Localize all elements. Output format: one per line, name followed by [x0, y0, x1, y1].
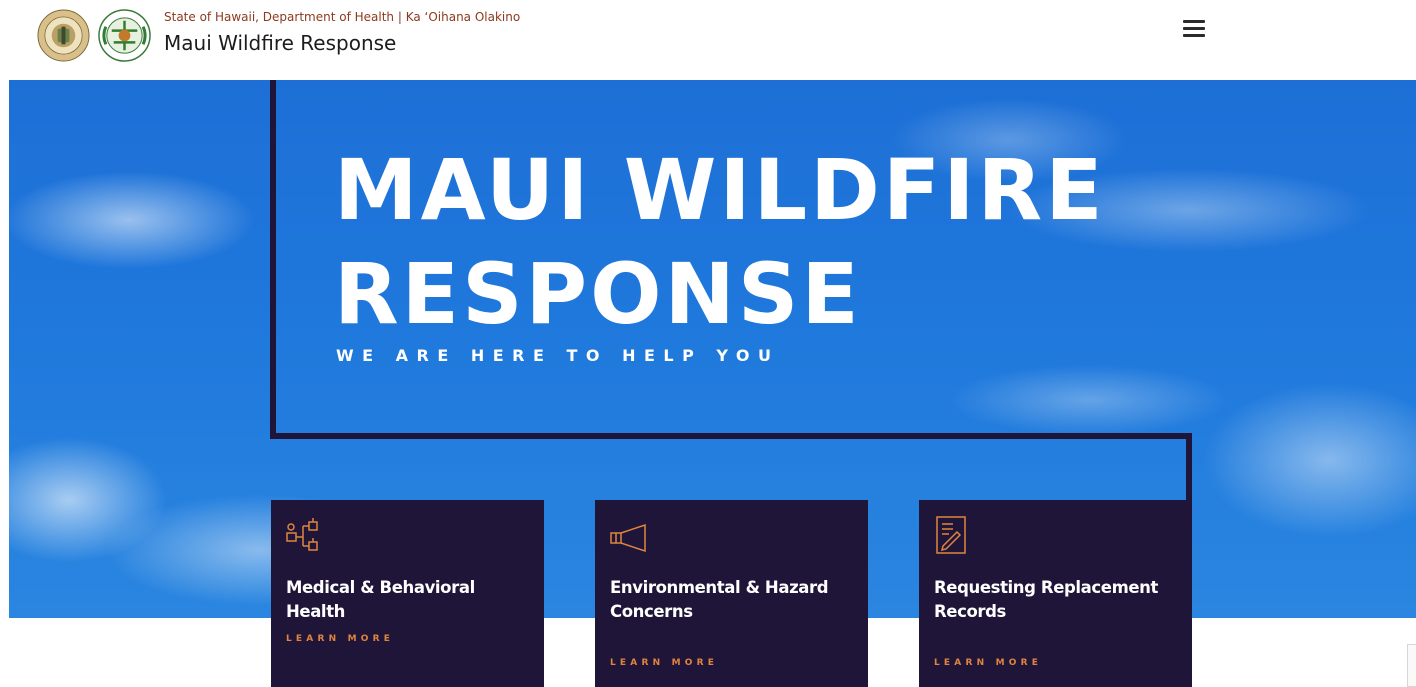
card-title: Medical & Behavioral Health	[286, 578, 475, 621]
hero-frame-right	[1186, 433, 1192, 503]
menu-bar	[1183, 27, 1205, 30]
hamburger-menu-icon[interactable]	[1180, 16, 1208, 40]
org-chart-icon	[286, 518, 318, 551]
learn-more-link[interactable]: LEARN MORE	[286, 634, 394, 644]
learn-more-link[interactable]: LEARN MORE	[610, 658, 718, 668]
department-of-health-seal-icon[interactable]	[98, 9, 151, 62]
card-title: Environmental & Hazard Concerns	[610, 578, 829, 621]
hero-frame-left	[270, 80, 276, 438]
recaptcha-badge[interactable]	[1407, 644, 1416, 687]
menu-bar	[1183, 20, 1205, 23]
hero-frame-bottom	[270, 433, 1192, 439]
hero-title-line-1: MAUI WILDFIRE	[334, 141, 1106, 239]
state-of-hawaii-seal-icon[interactable]	[37, 9, 90, 62]
card-medical-behavioral-health[interactable]: Medical & Behavioral Health LEARN MORE	[271, 500, 544, 687]
site-title[interactable]: Maui Wildfire Response	[164, 31, 396, 55]
hero-title: MAUI WILDFIRE RESPONSE	[334, 138, 1106, 346]
document-edit-icon	[936, 516, 966, 554]
card-title: Requesting Replacement Records	[934, 578, 1158, 621]
hero-title-line-2: RESPONSE	[334, 245, 862, 343]
agency-name: State of Hawaii, Department of Health | …	[164, 10, 521, 24]
card-requesting-replacement-records[interactable]: Requesting Replacement Records LEARN MOR…	[919, 500, 1192, 687]
menu-bar	[1183, 34, 1205, 37]
megaphone-icon	[610, 523, 646, 553]
learn-more-link[interactable]: LEARN MORE	[934, 658, 1042, 668]
site-header: State of Hawaii, Department of Health | …	[0, 0, 1416, 80]
card-environmental-hazard-concerns[interactable]: Environmental & Hazard Concerns LEARN MO…	[595, 500, 868, 687]
hero-tagline: WE ARE HERE TO HELP YOU	[336, 346, 780, 365]
